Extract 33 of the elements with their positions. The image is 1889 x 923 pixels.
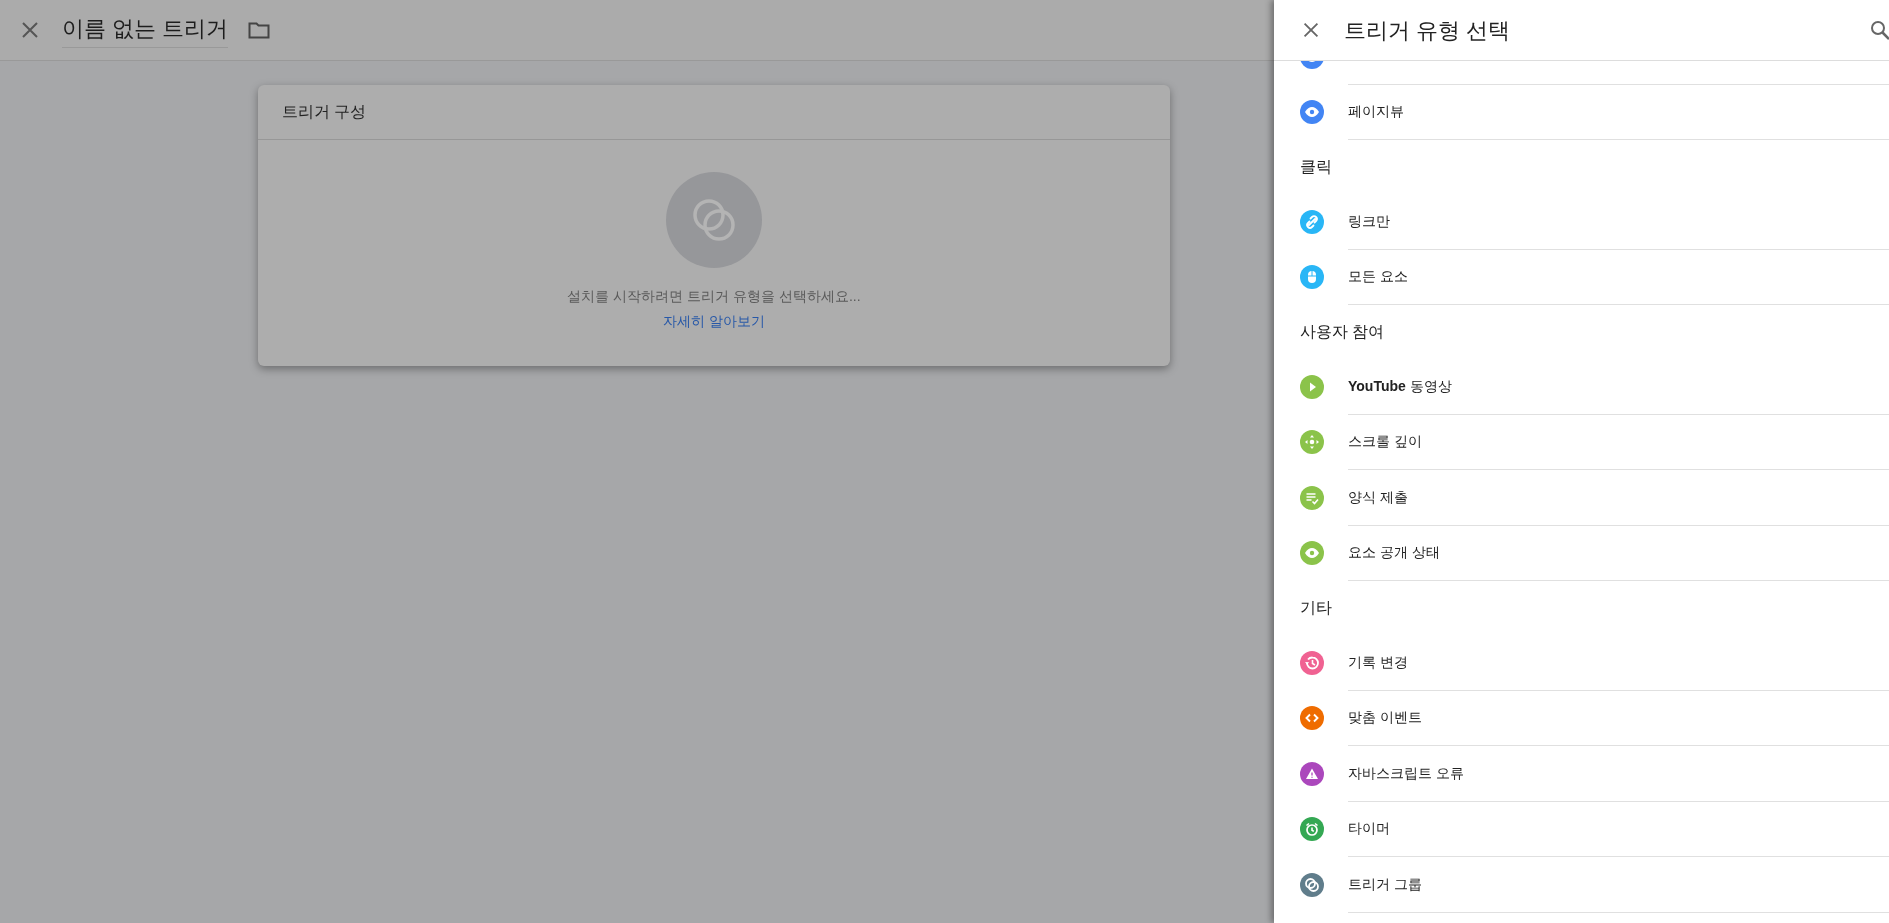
trigger-type-item[interactable]: 맞춤 이벤트: [1348, 707, 1422, 729]
section-heading: 기타: [1299, 598, 1333, 618]
section-heading: 사용자 참여: [1299, 322, 1386, 342]
trigger-type-item[interactable]: 스크롤 깊이: [1348, 431, 1422, 453]
trigger-type-item[interactable]: 모든 요소: [1348, 266, 1408, 288]
search-icon[interactable]: [1869, 19, 1889, 41]
trigger-type-item[interactable]: 트리거 그룹: [1348, 873, 1422, 895]
warning-icon[interactable]: [1300, 761, 1324, 786]
rings-icon[interactable]: [1300, 872, 1324, 897]
move-arrows-icon[interactable]: [1300, 430, 1324, 455]
folder-icon[interactable]: [248, 21, 271, 39]
trigger-type-item[interactable]: YouTube 동영상: [1348, 375, 1452, 397]
checklist-icon[interactable]: [1300, 485, 1324, 510]
card-title: 트리거 구성: [258, 85, 1170, 140]
trigger-type-item[interactable]: 기록 변경: [1348, 651, 1408, 673]
alarm-clock-icon[interactable]: [1300, 817, 1324, 842]
trigger-type-item[interactable]: 양식 제출: [1348, 486, 1408, 508]
mouse-icon[interactable]: [1300, 265, 1324, 290]
eye-icon[interactable]: [1300, 100, 1324, 125]
play-icon[interactable]: [1300, 374, 1324, 399]
trigger-type-item[interactable]: 페이지뷰: [1348, 101, 1404, 123]
trigger-type-item[interactable]: 요소 공개 상태: [1348, 542, 1440, 564]
trigger-type-item[interactable]: 타이머: [1348, 818, 1390, 840]
history-icon[interactable]: [1300, 650, 1324, 675]
panel-title: 트리거 유형 선택: [1344, 16, 1512, 45]
trigger-type-item[interactable]: 자바스크립트 오류: [1348, 762, 1464, 784]
trigger-type-item[interactable]: 링크만: [1348, 210, 1390, 232]
eye-icon[interactable]: [1300, 541, 1324, 566]
trigger-name-field[interactable]: 이름 없는 트리거: [62, 12, 229, 48]
link-icon[interactable]: [1300, 209, 1324, 234]
section-heading: 클릭: [1299, 157, 1333, 177]
instruction-text: 설치를 시작하려면 트리거 유형을 선택하세요...: [567, 287, 861, 306]
code-icon[interactable]: [1300, 706, 1324, 731]
